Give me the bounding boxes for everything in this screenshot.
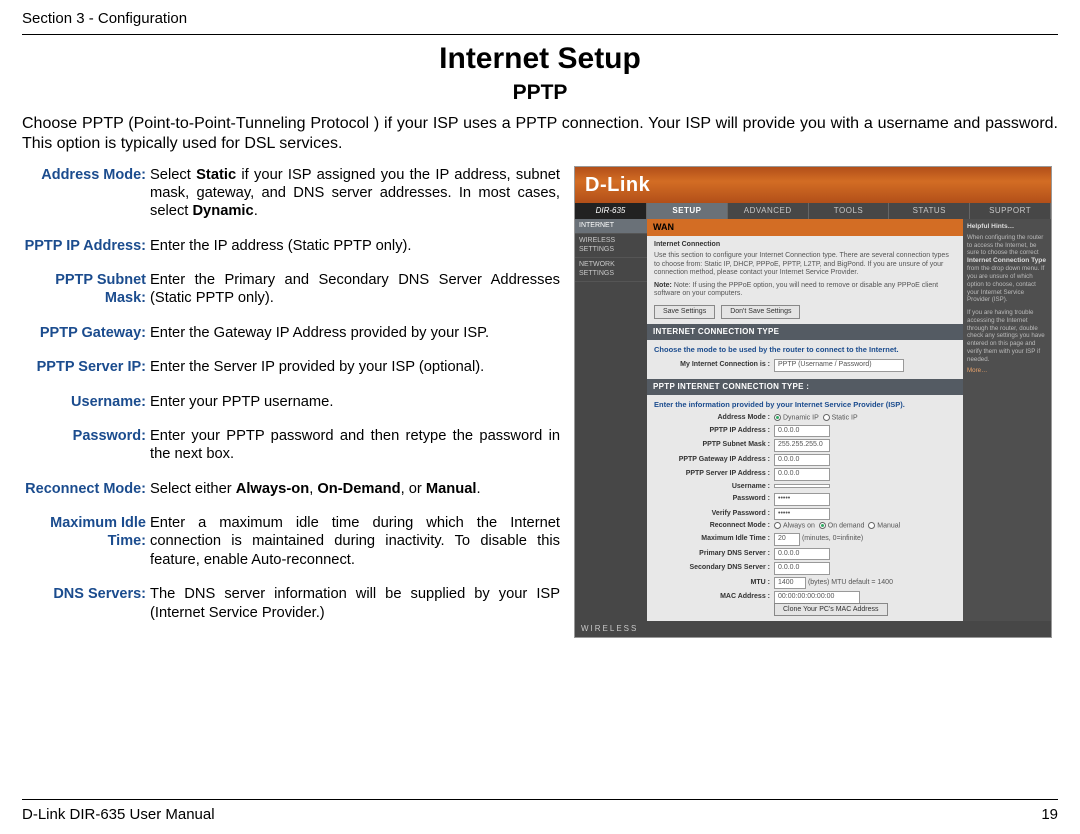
pptp-header: PPTP INTERNET CONNECTION TYPE : xyxy=(647,379,963,395)
def-body: Enter a maximum idle time during which t… xyxy=(150,514,560,569)
rule-bottom xyxy=(22,799,1058,800)
wan-note: Note: If using the PPPoE option, you wil… xyxy=(654,282,938,298)
tab-advanced[interactable]: ADVANCED xyxy=(728,203,809,219)
dns1-input[interactable]: 0.0.0.0 xyxy=(774,548,830,561)
recon-label: Reconnect Mode : xyxy=(654,522,774,531)
conn-type-select[interactable]: PPTP (Username / Password) xyxy=(774,359,904,372)
gw-input[interactable]: 0.0.0.0 xyxy=(774,454,830,467)
def-body: Select either Always-on, On-Demand, or M… xyxy=(150,480,560,498)
tab-tools[interactable]: TOOLS xyxy=(809,203,890,219)
sidebar-item[interactable]: INTERNET xyxy=(575,219,647,235)
help-panel: Helpful Hints… When configuring the rout… xyxy=(963,219,1051,622)
dns2-label: Secondary DNS Server : xyxy=(654,564,774,573)
pass-label: Password : xyxy=(654,495,774,504)
conn-type-label: My Internet Connection is : xyxy=(654,361,774,370)
dns1-label: Primary DNS Server : xyxy=(654,550,774,559)
def-label: Password: xyxy=(22,427,150,464)
gw-label: PPTP Gateway IP Address : xyxy=(654,456,774,465)
page-title: Internet Setup xyxy=(22,41,1058,78)
pptp-instr: Enter the information provided by your I… xyxy=(654,400,956,409)
mac-input[interactable]: 00:00:00:00:00:00 xyxy=(774,591,860,604)
recon-radios[interactable]: Always on On demand Manual xyxy=(774,522,956,531)
model-badge: DIR-635 xyxy=(575,203,647,219)
def-label: DNS Servers: xyxy=(22,585,150,622)
def-label: PPTP IP Address: xyxy=(22,237,150,255)
wan-desc: Use this section to configure your Inter… xyxy=(654,252,956,278)
def-label: Maximum Idle Time: xyxy=(22,514,150,569)
idle-suffix: (minutes, 0=infinite) xyxy=(802,535,863,542)
wan-header: WAN xyxy=(647,219,963,236)
main-panel: WAN Internet Connection Use this section… xyxy=(647,219,963,622)
ui-footer: WIRELESS xyxy=(575,621,1051,637)
pass-input[interactable]: ••••• xyxy=(774,493,830,506)
mask-input[interactable]: 255.255.255.0 xyxy=(774,439,830,452)
screenshot-column: D-Link DIR-635 SETUPADVANCEDTOOLSSTATUSS… xyxy=(574,166,1058,639)
intro-paragraph: Choose PPTP (Point-to-Point-Tunneling Pr… xyxy=(22,114,1058,154)
sidebar: INTERNETWIRELESS SETTINGSNETWORK SETTING… xyxy=(575,219,647,622)
sidebar-item[interactable]: WIRELESS SETTINGS xyxy=(575,234,647,258)
page-number: 19 xyxy=(1041,806,1058,824)
vpass-input[interactable]: ••••• xyxy=(774,508,830,521)
def-body: Enter the Primary and Secondary DNS Serv… xyxy=(150,271,560,308)
addr-mode-label: Address Mode : xyxy=(654,414,774,423)
addr-mode-radios[interactable]: Dynamic IP Static IP xyxy=(774,414,956,423)
idle-input[interactable]: 20 xyxy=(774,533,800,546)
ip-label: PPTP IP Address : xyxy=(654,427,774,436)
clone-mac-button[interactable]: Clone Your PC's MAC Address xyxy=(774,603,888,616)
help-more-link[interactable]: More… xyxy=(967,367,1047,375)
definitions-column: Address Mode:Select Static if your ISP a… xyxy=(22,166,560,639)
srv-input[interactable]: 0.0.0.0 xyxy=(774,468,830,481)
def-label: Username: xyxy=(22,393,150,411)
def-body: Enter your PPTP username. xyxy=(150,393,560,411)
tab-support[interactable]: SUPPORT xyxy=(970,203,1051,219)
rule-top xyxy=(22,34,1058,35)
def-label: Address Mode: xyxy=(22,166,150,221)
help-title: Helpful Hints… xyxy=(967,223,1014,230)
mask-label: PPTP Subnet Mask : xyxy=(654,441,774,450)
section-header: Section 3 - Configuration xyxy=(22,10,1058,28)
manual-name: D-Link DIR-635 User Manual xyxy=(22,806,215,824)
wan-subtitle: Internet Connection xyxy=(654,241,720,248)
def-label: PPTP Server IP: xyxy=(22,358,150,376)
user-label: Username : xyxy=(654,483,774,492)
sidebar-item[interactable]: NETWORK SETTINGS xyxy=(575,258,647,282)
def-body: The DNS server information will be suppl… xyxy=(150,585,560,622)
brand-banner: D-Link xyxy=(575,167,1051,203)
conn-type-instr: Choose the mode to be used by the router… xyxy=(654,345,956,354)
def-body: Select Static if your ISP assigned you t… xyxy=(150,166,560,221)
mac-label: MAC Address : xyxy=(654,593,774,602)
vpass-label: Verify Password : xyxy=(654,510,774,519)
def-body: Enter your PPTP password and then retype… xyxy=(150,427,560,464)
idle-label: Maximum Idle Time : xyxy=(654,535,774,544)
def-label: Reconnect Mode: xyxy=(22,480,150,498)
ip-input[interactable]: 0.0.0.0 xyxy=(774,425,830,438)
dns2-input[interactable]: 0.0.0.0 xyxy=(774,562,830,575)
tab-status[interactable]: STATUS xyxy=(889,203,970,219)
page-subtitle: PPTP xyxy=(22,80,1058,106)
dont-save-button[interactable]: Don't Save Settings xyxy=(721,305,800,320)
def-body: Enter the Gateway IP Address provided by… xyxy=(150,324,560,342)
mtu-suffix: (bytes) MTU default = 1400 xyxy=(808,579,893,586)
mtu-label: MTU : xyxy=(654,579,774,588)
save-settings-button[interactable]: Save Settings xyxy=(654,305,715,320)
def-body: Enter the IP address (Static PPTP only). xyxy=(150,237,560,255)
def-body: Enter the Server IP provided by your ISP… xyxy=(150,358,560,376)
tab-setup[interactable]: SETUP xyxy=(647,203,728,219)
user-input[interactable] xyxy=(774,484,830,488)
router-ui-screenshot: D-Link DIR-635 SETUPADVANCEDTOOLSSTATUSS… xyxy=(574,166,1052,639)
def-label: PPTP Subnet Mask: xyxy=(22,271,150,308)
def-label: PPTP Gateway: xyxy=(22,324,150,342)
conn-type-header: INTERNET CONNECTION TYPE xyxy=(647,324,963,340)
srv-label: PPTP Server IP Address : xyxy=(654,470,774,479)
mtu-input[interactable]: 1400 xyxy=(774,577,806,590)
